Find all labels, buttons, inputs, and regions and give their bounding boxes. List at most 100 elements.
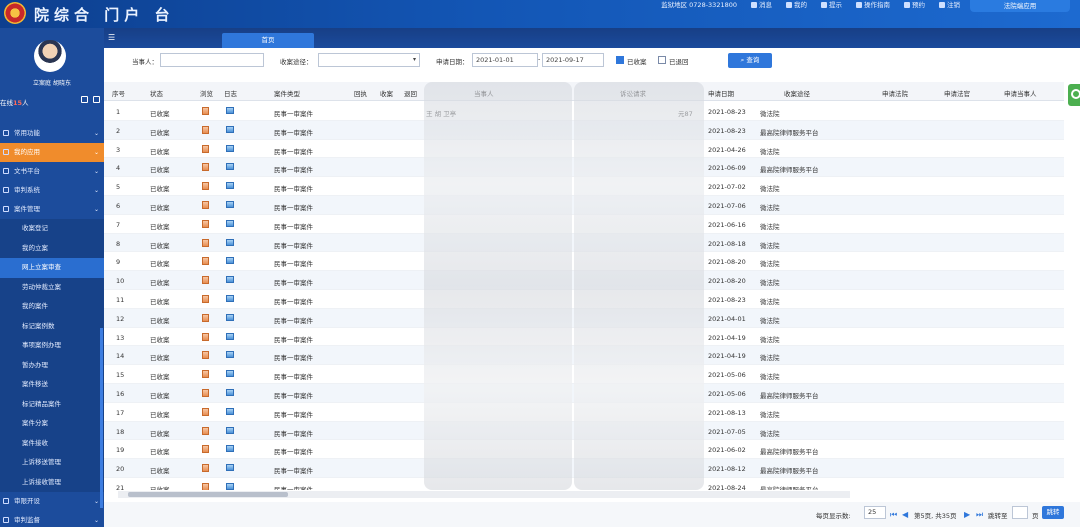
view-icon[interactable] — [202, 351, 209, 361]
view-icon[interactable] — [202, 257, 209, 267]
column-header[interactable]: 案件类型 — [274, 88, 300, 98]
sidebar-item-13[interactable]: 案件移送 — [0, 375, 104, 395]
sidebar-item-1[interactable]: 我的应用 ⌄ — [0, 143, 104, 162]
last-page-icon[interactable]: ⏭ — [976, 510, 983, 520]
sidebar-item-15[interactable]: 案件分案 — [0, 414, 104, 434]
sidebar-item-2[interactable]: 文书平台 ⌄ — [0, 162, 104, 181]
nav-item-guide[interactable]: 操作指南 — [856, 0, 890, 10]
scroll-thumb[interactable] — [128, 492, 288, 497]
sidebar-item-5[interactable]: 收案登记 — [0, 219, 104, 239]
view-icon[interactable] — [202, 107, 209, 117]
sidebar-item-11[interactable]: 事项案例办理 — [0, 336, 104, 356]
log-icon[interactable] — [226, 163, 234, 172]
view-icon[interactable] — [202, 332, 209, 343]
column-header[interactable]: 状态 — [150, 88, 163, 98]
side-widget-icon[interactable] — [1068, 84, 1080, 106]
view-icon[interactable] — [202, 238, 209, 249]
log-icon[interactable] — [226, 144, 234, 154]
sidebar-item-19[interactable]: 审限开设 ⌄ — [0, 492, 104, 511]
view-icon[interactable] — [202, 144, 209, 155]
view-icon[interactable] — [202, 201, 209, 211]
log-icon[interactable] — [226, 107, 234, 116]
party-input[interactable] — [160, 53, 264, 67]
view-icon[interactable] — [202, 276, 209, 286]
sidebar-item-6[interactable]: 我的立案 — [0, 238, 104, 258]
view-icon[interactable] — [202, 313, 209, 324]
column-header[interactable]: 申请日期 — [708, 88, 734, 98]
view-icon[interactable] — [202, 182, 209, 192]
prev-page-icon[interactable]: ◀ — [902, 510, 908, 519]
nav-item-booking[interactable]: 预约 — [904, 0, 925, 10]
log-icon[interactable] — [226, 295, 234, 304]
column-header[interactable]: 申请法院 — [882, 88, 908, 98]
sidebar-item-18[interactable]: 上诉接收管理 — [0, 472, 104, 492]
court-app-button[interactable]: 法院端应用 — [970, 0, 1070, 12]
log-icon[interactable] — [226, 407, 234, 417]
log-icon[interactable] — [226, 182, 234, 191]
menu-toggle-icon[interactable]: ☰ — [108, 33, 115, 42]
column-header[interactable]: 收案途径 — [784, 88, 810, 98]
view-icon[interactable] — [202, 125, 209, 136]
log-icon[interactable] — [226, 389, 234, 398]
sidebar-item-10[interactable]: 标记案例数 — [0, 316, 104, 336]
log-icon[interactable] — [226, 426, 234, 436]
log-icon[interactable] — [226, 464, 234, 473]
received-checkbox[interactable] — [616, 56, 624, 64]
nav-item-region[interactable]: 监狱地区 0728-3321800 — [661, 0, 737, 10]
view-icon[interactable] — [202, 389, 209, 399]
view-icon[interactable] — [202, 219, 209, 230]
log-icon[interactable] — [226, 313, 234, 323]
log-icon[interactable] — [226, 219, 234, 229]
profile-icon[interactable] — [81, 96, 88, 103]
log-icon[interactable] — [226, 351, 234, 360]
column-header[interactable]: 收案 — [380, 88, 393, 98]
log-icon[interactable] — [226, 257, 234, 266]
column-header[interactable]: 退回 — [404, 88, 417, 98]
goto-page-input[interactable] — [1012, 506, 1028, 519]
log-icon[interactable] — [226, 332, 234, 342]
date-from-input[interactable]: 2021-01-01 — [472, 53, 538, 67]
sidebar-item-7[interactable]: 网上立案审查 — [0, 258, 104, 278]
sidebar-item-12[interactable]: 暂办办理 — [0, 355, 104, 375]
sidebar-item-14[interactable]: 标记精品案件 — [0, 394, 104, 414]
view-icon[interactable] — [202, 426, 209, 437]
nav-item-mine[interactable]: 我的 — [786, 0, 807, 10]
log-icon[interactable] — [226, 276, 234, 285]
edit-icon[interactable] — [93, 96, 100, 103]
query-button[interactable]: ⌕ 查询 — [728, 53, 772, 68]
returned-checkbox[interactable] — [658, 56, 666, 64]
column-header[interactable]: 申请法官 — [944, 88, 970, 98]
column-header[interactable]: 回执 — [354, 88, 367, 98]
view-icon[interactable] — [202, 483, 209, 490]
nav-item-alerts[interactable]: 提示 — [821, 0, 842, 10]
avatar[interactable] — [34, 40, 66, 72]
sidebar-item-9[interactable]: 我的案件 — [0, 297, 104, 317]
log-icon[interactable] — [226, 445, 234, 454]
view-icon[interactable] — [202, 445, 209, 455]
log-icon[interactable] — [226, 370, 234, 379]
channel-select[interactable]: ▾ — [318, 53, 420, 67]
nav-item-logout[interactable]: 注销 — [939, 0, 960, 10]
log-icon[interactable] — [226, 201, 234, 210]
sidebar-item-3[interactable]: 审判系统 ⌄ — [0, 181, 104, 200]
view-icon[interactable] — [202, 407, 209, 418]
column-header[interactable]: 浏览 — [200, 88, 213, 98]
sidebar-item-16[interactable]: 案件接收 — [0, 433, 104, 453]
jump-button[interactable]: 跳转 — [1042, 506, 1064, 519]
sidebar-item-4[interactable]: 案件管理 ⌄ — [0, 200, 104, 219]
log-icon[interactable] — [226, 125, 234, 135]
date-to-input[interactable]: 2021-09-17 — [542, 53, 604, 67]
sidebar-item-17[interactable]: 上诉移送管理 — [0, 453, 104, 473]
first-page-icon[interactable]: ⏮ — [890, 510, 897, 520]
next-page-icon[interactable]: ▶ — [964, 510, 970, 519]
column-header[interactable]: 日志 — [224, 88, 237, 98]
log-icon[interactable] — [226, 483, 234, 490]
tab-home[interactable]: 首页 — [222, 33, 314, 48]
column-header[interactable]: 申请当事人 — [1004, 88, 1037, 98]
sidebar-item-20[interactable]: 审判监督 ⌄ — [0, 511, 104, 530]
sidebar-scrollbar[interactable] — [100, 328, 103, 508]
per-page-select[interactable]: 25 — [864, 506, 886, 519]
column-header[interactable]: 序号 — [112, 88, 125, 98]
view-icon[interactable] — [202, 295, 209, 305]
horizontal-scrollbar[interactable] — [118, 491, 850, 498]
